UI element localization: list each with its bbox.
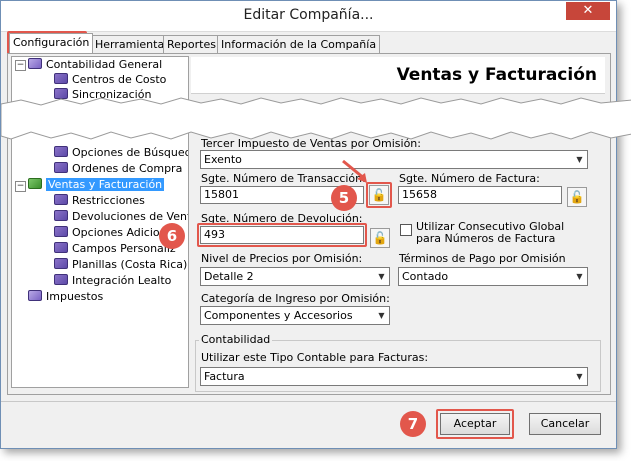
step-badge-5: 5: [331, 185, 357, 211]
next-invoice-label: Sgte. Número de Factura:: [399, 172, 540, 185]
book-icon: [54, 194, 68, 205]
income-category-label: Categoría de Ingreso por Omisión:: [201, 292, 390, 305]
global-consecutive-label: Utilizar Consecutivo Global para Números…: [416, 220, 565, 245]
edit-company-window: Editar Compañía... ✕ Configuración Herra…: [0, 0, 631, 449]
title-bar: Editar Compañía... ✕: [1, 1, 616, 32]
book-icon: [54, 242, 68, 253]
cancel-button[interactable]: Cancelar: [529, 413, 601, 435]
price-level-label: Nivel de Precios por Omisión:: [201, 252, 363, 265]
arrow-icon: [342, 159, 367, 183]
chevron-down-icon: ▼: [576, 372, 583, 381]
book-icon: [54, 146, 68, 157]
book-icon: [28, 58, 42, 69]
window-title: Editar Compañía...: [243, 7, 374, 23]
tree-item-restricciones[interactable]: Restricciones: [54, 193, 145, 208]
bottom-separator: [1, 401, 616, 402]
price-level-select[interactable]: Detalle 2 ▼: [200, 267, 390, 286]
book-icon: [28, 290, 42, 301]
return-input-highlight: [197, 223, 367, 247]
tree-item-contabilidad[interactable]: Contabilidad General: [28, 57, 162, 72]
tax-select[interactable]: Exento ▼: [200, 150, 588, 169]
tree-item-centros[interactable]: Centros de Costo: [54, 72, 166, 87]
chevron-down-icon: ▼: [576, 272, 583, 281]
tree-item-planillas[interactable]: Planillas (Costa Rica): [54, 257, 187, 272]
payment-terms-select[interactable]: Contado ▼: [398, 267, 588, 286]
collapse-icon[interactable]: −: [15, 181, 26, 192]
torn-edge: [1, 97, 631, 140]
tree-item-impuestos[interactable]: Impuestos: [28, 289, 103, 304]
collapse-icon[interactable]: −: [15, 60, 26, 71]
payment-terms-label: Términos de Pago por Omisión: [399, 252, 566, 265]
tab-herramientas[interactable]: Herramientas: [91, 35, 174, 53]
tree-item-busqueda[interactable]: Opciones de Búsqueda: [54, 145, 188, 160]
step-badge-6: 6: [159, 223, 185, 249]
tree-item-opciones-adicionales[interactable]: Opciones Adicion: [54, 225, 167, 240]
tree-item-ordenes[interactable]: Ordenes de Compra: [54, 161, 182, 176]
accounting-type-select[interactable]: Factura ▼: [200, 367, 588, 386]
tree-item-campos[interactable]: Campos Personaliz: [54, 241, 176, 256]
global-consecutive-checkbox[interactable]: [400, 224, 412, 236]
close-button[interactable]: ✕: [566, 2, 610, 20]
chevron-down-icon: ▼: [576, 155, 583, 164]
lock-button[interactable]: 🔓: [370, 228, 390, 248]
tree-item-ventas[interactable]: Ventas y Facturación: [28, 177, 165, 192]
lock-button[interactable]: 🔓: [567, 187, 587, 207]
accounting-type-label: Utilizar este Tipo Contable para Factura…: [201, 351, 429, 364]
tree-item-devoluciones[interactable]: Devoluciones de Venta: [54, 209, 188, 224]
chevron-down-icon: ▼: [378, 272, 385, 281]
book-icon: [54, 73, 68, 84]
accept-button-highlight: [436, 409, 514, 439]
lock-icon: 🔓: [569, 190, 585, 204]
tree-item-lealto[interactable]: Integración Lealto: [54, 273, 171, 288]
section-title: Ventas y Facturación: [396, 65, 597, 85]
tab-informacion[interactable]: Información de la Compañía: [217, 35, 381, 53]
book-icon: [54, 210, 68, 221]
sales-icon: [28, 178, 42, 189]
section-header: Ventas y Facturación: [191, 57, 605, 94]
lock-button-highlight: [366, 182, 392, 208]
book-icon: [54, 274, 68, 285]
income-category-select[interactable]: Componentes y Accesorios ▼: [200, 306, 390, 325]
book-icon: [54, 258, 68, 269]
book-icon: [54, 226, 68, 237]
accounting-group-label: Contabilidad: [199, 333, 273, 346]
next-invoice-input[interactable]: 15658: [398, 186, 562, 204]
tab-reportes[interactable]: Reportes: [163, 35, 220, 53]
lock-icon: 🔓: [372, 231, 388, 245]
step-badge-7: 7: [400, 411, 426, 437]
chevron-down-icon: ▼: [378, 311, 385, 320]
book-icon: [54, 162, 68, 173]
tab-configuracion[interactable]: Configuración: [9, 33, 94, 53]
